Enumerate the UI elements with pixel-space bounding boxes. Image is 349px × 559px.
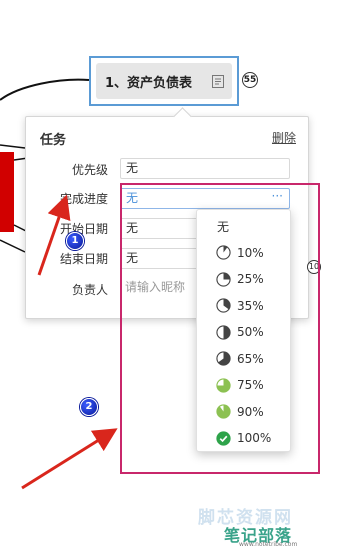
child-count-badge-secondary[interactable]: 10: [307, 260, 321, 274]
assignee-placeholder: 请输入昵称: [125, 280, 186, 294]
step-marker-1: 1: [66, 232, 84, 250]
progress-option-none[interactable]: 无: [197, 213, 290, 239]
topic-node[interactable]: 1、资产负债表: [89, 56, 239, 106]
watermark-url: www.notetribe.com: [239, 541, 298, 548]
option-label: 25%: [237, 272, 264, 286]
option-label: 100%: [237, 431, 272, 445]
option-label: 65%: [237, 351, 264, 366]
priority-label: 优先级: [71, 163, 108, 177]
end-date-label: 结束日期: [59, 252, 108, 266]
note-icon[interactable]: [212, 75, 224, 88]
option-label: 无: [217, 219, 230, 234]
progress-value: 无: [126, 191, 139, 205]
progress-option-25[interactable]: 25%: [197, 266, 290, 292]
progress-option-35[interactable]: 35%: [197, 293, 290, 319]
delete-task-button[interactable]: 删除: [272, 129, 296, 146]
progress-pie-icon: [216, 404, 231, 419]
topic-node-body[interactable]: 1、资产负债表: [96, 63, 232, 99]
progress-pie-icon: [216, 245, 231, 260]
progress-pie-icon: [216, 324, 231, 340]
option-label: 75%: [237, 378, 264, 392]
option-label: 50%: [237, 325, 264, 339]
progress-pie-icon: [216, 271, 231, 287]
progress-dropdown: 无 10% 25% 35% 50% 65% 75% 90% 100%: [196, 209, 291, 452]
progress-option-90[interactable]: 90%: [197, 399, 290, 425]
progress-pie-icon: [216, 351, 231, 366]
assignee-label: 负责人: [71, 283, 108, 297]
option-label: 10%: [237, 245, 264, 260]
progress-pie-icon: [216, 430, 231, 446]
progress-option-75[interactable]: 75%: [197, 372, 290, 398]
progress-pie-icon: [216, 377, 231, 393]
progress-option-10[interactable]: 10%: [197, 240, 290, 266]
progress-option-65[interactable]: 65%: [197, 346, 290, 372]
progress-label: 完成进度: [59, 192, 108, 206]
progress-select[interactable]: 无 ···: [120, 188, 290, 209]
child-count-badge[interactable]: 55: [242, 72, 258, 88]
option-label: 90%: [237, 404, 264, 419]
priority-select[interactable]: 无: [120, 158, 290, 179]
progress-pie-icon: [216, 298, 231, 313]
step-marker-2: 2: [80, 398, 98, 416]
more-icon[interactable]: ···: [272, 189, 283, 206]
progress-option-50[interactable]: 50%: [197, 319, 290, 345]
task-panel-title: 任务: [40, 133, 67, 148]
progress-option-100[interactable]: 100%: [197, 425, 290, 451]
topic-title: 1、资产负债表: [105, 75, 193, 91]
option-label: 35%: [237, 298, 264, 313]
